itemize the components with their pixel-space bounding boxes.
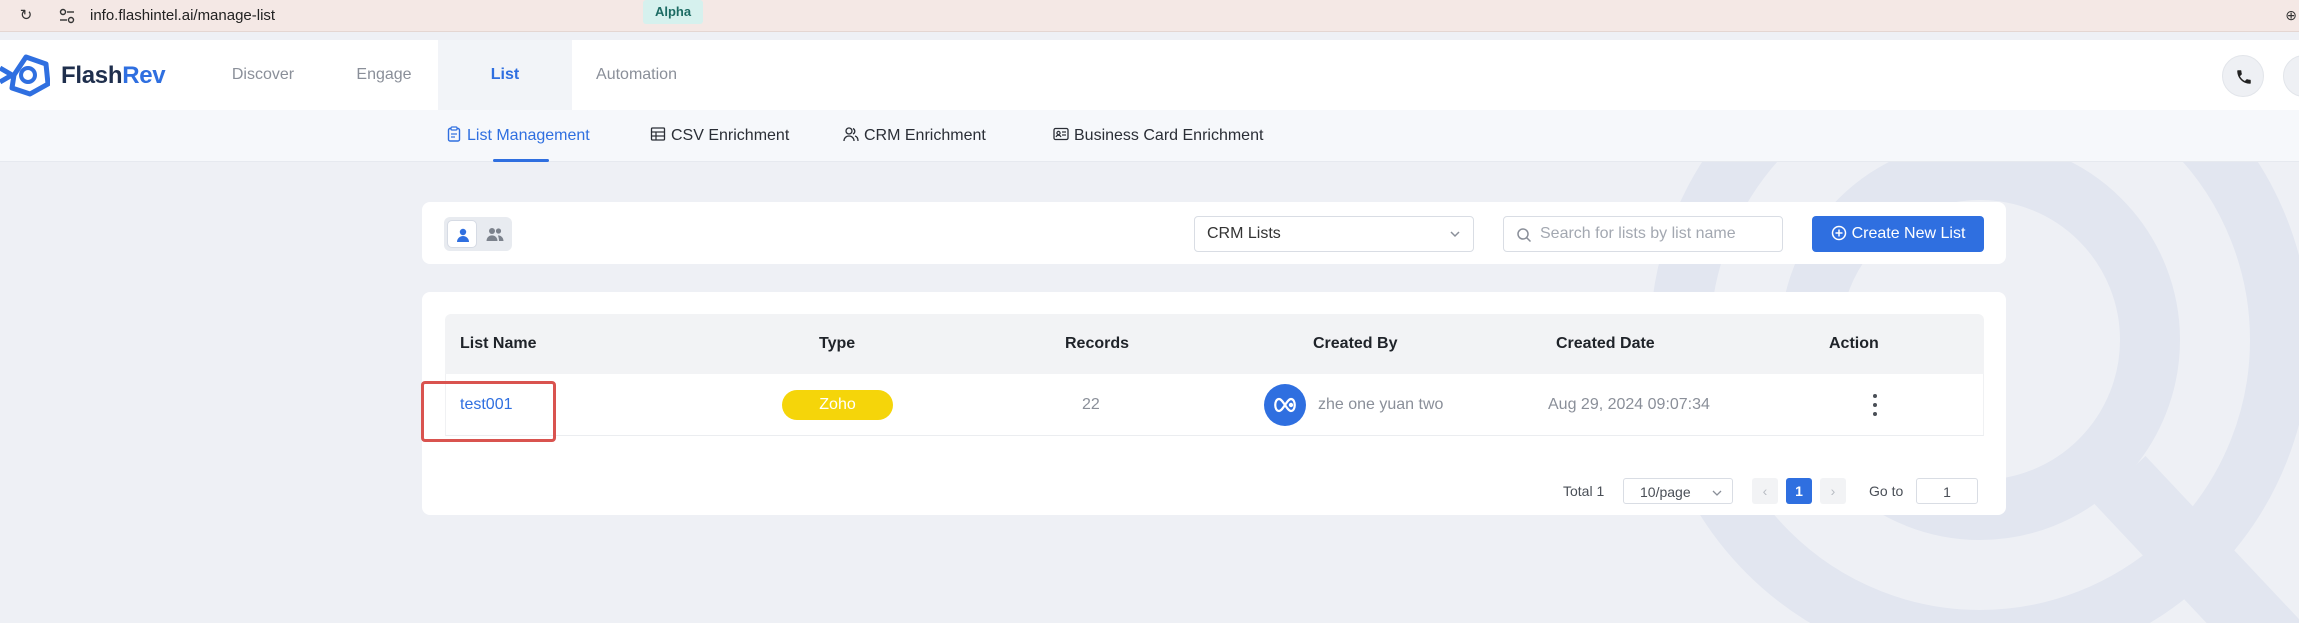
chevron-down-icon <box>1450 231 1460 238</box>
goto-page-input[interactable]: 1 <box>1916 478 1978 504</box>
brand-name: FlashRev <box>61 62 166 90</box>
tab-csv-enrichment[interactable]: CSV Enrichment <box>650 125 789 147</box>
tab-label: Business Card Enrichment <box>1074 127 1264 144</box>
created-date: Aug 29, 2024 09:07:34 <box>1548 396 1710 413</box>
highlight-box <box>421 381 556 442</box>
active-tab-indicator <box>493 159 549 162</box>
nav-discover[interactable]: Discover <box>222 40 304 110</box>
top-navigation: FlashRev Discover Engage List Automation <box>0 40 2299 110</box>
table-header: List Name Type Records Created By Create… <box>445 314 1984 374</box>
list-search <box>1503 216 1783 252</box>
group-view-toggle[interactable] <box>479 220 509 248</box>
nav-engage[interactable]: Engage <box>345 40 423 110</box>
created-by-name: zhe one yuan two <box>1318 396 1444 413</box>
type-badge: Zoho <box>782 390 893 420</box>
nav-automation[interactable]: Automation <box>584 40 689 110</box>
clipboard-icon <box>447 126 461 142</box>
page-size-value: 10/page <box>1640 484 1691 500</box>
flashrev-logo-icon <box>0 54 50 97</box>
people-icon <box>486 228 504 241</box>
edge-icon: ⊕ <box>2285 7 2297 23</box>
list-source-value: CRM Lists <box>1207 225 1281 242</box>
list-source-select[interactable]: CRM Lists <box>1194 216 1474 252</box>
column-header-type: Type <box>819 335 856 352</box>
sub-navigation: List Management CSV Enrichment CRM Enric… <box>0 110 2299 162</box>
chevron-down-icon <box>1712 490 1722 496</box>
page-number-current[interactable]: 1 <box>1786 478 1812 504</box>
table-icon <box>650 127 666 141</box>
create-button-label: Create New List <box>1851 225 1966 242</box>
column-header-records: Records <box>1065 335 1130 352</box>
brand-name-part1: Flash <box>61 62 123 89</box>
lists-table: List Name Type Records Created By Create… <box>422 292 2006 515</box>
tab-business-card-enrichment[interactable]: Business Card Enrichment <box>1053 125 1263 147</box>
url-text[interactable]: info.flashintel.ai/manage-list <box>90 7 275 25</box>
view-toggle <box>444 217 512 251</box>
tab-label: CSV Enrichment <box>671 127 790 144</box>
goto-label: Go to <box>1869 483 1904 499</box>
table-row: test001 Zoho 22 zhe one yuan two Aug 29,… <box>445 374 1984 436</box>
tab-label: List Management <box>467 127 590 144</box>
page-size-select[interactable]: 10/page <box>1623 478 1733 504</box>
records-count: 22 <box>1082 396 1100 413</box>
search-icon <box>1517 228 1532 243</box>
column-header-created-by: Created By <box>1313 335 1398 352</box>
single-view-toggle[interactable] <box>447 220 477 248</box>
tab-list-management[interactable]: List Management <box>446 125 590 147</box>
alpha-badge: Alpha <box>643 0 703 24</box>
create-new-list-button[interactable]: Create New List <box>1812 216 1984 252</box>
browser-url-bar: ↻ info.flashintel.ai/manage-list ⊕ <box>0 0 2299 32</box>
users-icon <box>843 127 859 142</box>
plus-circle-icon <box>1831 225 1846 241</box>
more-actions-icon[interactable] <box>1872 394 1878 418</box>
tab-label: CRM Enrichment <box>864 127 986 144</box>
filter-bar: CRM Lists Create New List <box>422 202 2006 264</box>
column-header-action: Action <box>1829 335 1879 352</box>
pagination-total: Total 1 <box>1563 483 1605 499</box>
user-avatar[interactable] <box>2283 55 2299 97</box>
person-icon <box>457 228 469 242</box>
brand-name-part2: Rev <box>122 62 166 89</box>
column-header-created-date: Created Date <box>1556 335 1655 352</box>
next-page-button[interactable]: › <box>1820 478 1846 504</box>
phone-icon <box>2237 70 2251 84</box>
tab-crm-enrichment[interactable]: CRM Enrichment <box>843 125 986 147</box>
creator-avatar <box>1264 384 1306 426</box>
site-settings-icon[interactable] <box>58 7 76 25</box>
nav-list[interactable]: List <box>438 40 572 110</box>
reload-icon[interactable]: ↻ <box>16 6 36 26</box>
search-input[interactable] <box>1540 223 1775 245</box>
infinity-logo-icon <box>1274 397 1296 413</box>
prev-page-button[interactable]: ‹ <box>1752 478 1778 504</box>
column-header-list-name: List Name <box>460 335 537 352</box>
phone-button[interactable] <box>2222 55 2264 97</box>
id-card-icon <box>1053 127 1069 141</box>
